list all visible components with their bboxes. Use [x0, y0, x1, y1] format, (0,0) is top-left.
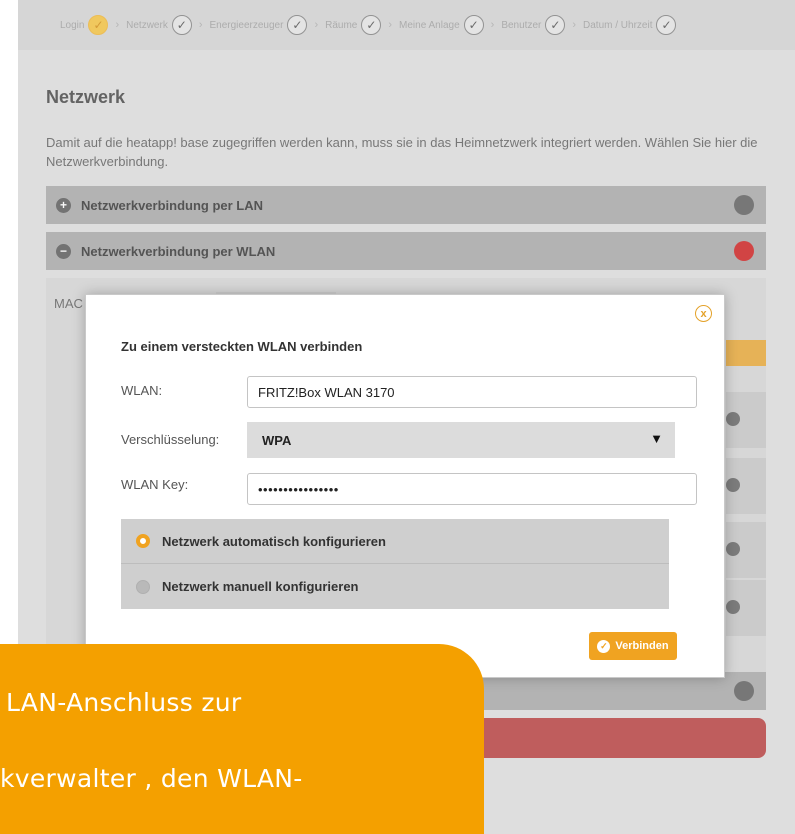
step-separator-icon: ›	[198, 19, 203, 31]
step-separator-icon: ›	[314, 19, 319, 31]
connect-button-label: Verbinden	[615, 640, 669, 652]
check-circle-icon: ✓	[545, 15, 566, 35]
accordion-lan[interactable]: + Netzwerkverbindung per LAN	[46, 186, 766, 224]
wlan-ssid-input[interactable]	[247, 376, 697, 408]
wizard-step[interactable]: Benutzer ✓	[501, 15, 566, 35]
check-circle-icon: ✓	[463, 15, 484, 35]
wizard-step-label: Datum / Uhrzeit	[583, 19, 653, 31]
radio-auto-config-label: Netzwerk automatisch konfigurieren	[162, 533, 386, 549]
background-button	[726, 340, 766, 366]
accordion-wlan-label: Netzwerkverbindung per WLAN	[81, 243, 276, 259]
wizard-step-label: Meine Anlage	[399, 19, 460, 31]
check-circle-icon: ✓	[656, 15, 677, 35]
radio-checked-icon	[136, 534, 150, 548]
wizard-step-label: Login	[60, 19, 85, 31]
connect-button[interactable]: ✓ Verbinden	[589, 632, 677, 660]
wlan-key-input[interactable]	[247, 473, 697, 505]
wizard-step[interactable]: Netzwerk ✓	[126, 15, 192, 35]
background-row	[726, 392, 766, 448]
wlan-label: WLAN:	[121, 383, 163, 398]
wizard-step-label: Netzwerk	[126, 19, 168, 31]
radio-manual-config[interactable]: Netzwerk manuell konfigurieren	[121, 564, 669, 609]
check-circle-icon: ✓	[88, 15, 109, 35]
caption-overlay: LAN-Anschluss zur kverwalter , den WLAN-	[0, 644, 484, 834]
background-row	[726, 580, 766, 636]
dropdown-arrow-icon: ▼	[650, 431, 663, 446]
wizard-step-label: Benutzer	[501, 19, 542, 31]
wizard-step[interactable]: Datum / Uhrzeit ✓	[583, 15, 677, 35]
wizard-step-label: Energieerzeuger	[209, 19, 284, 31]
dialog-title: Zu einem versteckten WLAN verbinden	[121, 339, 363, 354]
radio-manual-config-label: Netzwerk manuell konfigurieren	[162, 579, 359, 594]
hidden-wlan-dialog: x Zu einem versteckten WLAN verbinden WL…	[85, 294, 725, 678]
wlan-key-label: WLAN Key:	[121, 477, 189, 492]
minus-icon: −	[56, 243, 71, 259]
check-circle-icon: ✓	[171, 15, 192, 35]
step-separator-icon: ›	[572, 19, 577, 31]
encryption-label: Verschlüsselung:	[121, 432, 220, 447]
accordion-lan-label: Netzwerkverbindung per LAN	[81, 197, 264, 213]
step-separator-icon: ›	[115, 19, 120, 31]
caption-line-2: kverwalter , den WLAN-	[0, 764, 303, 793]
wizard-step[interactable]: Login ✓	[60, 15, 109, 35]
status-indicator-wlan	[734, 241, 754, 261]
accordion-wlan[interactable]: − Netzwerkverbindung per WLAN	[46, 232, 766, 270]
wizard-step[interactable]: Räume ✓	[325, 15, 382, 35]
close-icon[interactable]: x	[695, 305, 712, 322]
caption-line-1: LAN-Anschluss zur	[6, 688, 242, 717]
wizard-steps: Login ✓ › Netzwerk ✓ › Energieerzeuger ✓ › Räume ✓…	[60, 14, 677, 36]
step-separator-icon: ›	[490, 19, 495, 31]
page-title: Netzwerk	[46, 87, 126, 107]
status-indicator-other	[734, 681, 754, 701]
plus-icon: +	[56, 197, 71, 213]
wizard-step-label: Räume	[325, 19, 358, 31]
step-separator-icon: ›	[388, 19, 393, 31]
wizard-step[interactable]: Energieerzeuger ✓	[210, 15, 308, 35]
page-intro: Damit auf die heatapp! base zugegriffen …	[46, 135, 758, 169]
check-circle-icon: ✓	[361, 15, 382, 35]
checkmark-icon: ✓	[597, 639, 611, 653]
encryption-selected-value: WPA	[262, 432, 292, 448]
background-row	[726, 522, 766, 578]
radio-auto-config[interactable]: Netzwerk automatisch konfigurieren	[121, 519, 669, 564]
configuration-options: Netzwerk automatisch konfigurieren Netzw…	[121, 519, 669, 609]
encryption-select[interactable]: WPA ▼	[247, 422, 675, 458]
background-row	[726, 458, 766, 514]
check-circle-icon: ✓	[287, 15, 308, 35]
wizard-progress-bar: Login ✓ › Netzwerk ✓ › Energieerzeuger ✓ › Räume ✓…	[18, 0, 795, 50]
wizard-step[interactable]: Meine Anlage ✓	[399, 15, 484, 35]
radio-unchecked-icon	[136, 579, 150, 594]
status-indicator-lan	[734, 195, 754, 215]
mac-label: MAC	[54, 296, 83, 311]
